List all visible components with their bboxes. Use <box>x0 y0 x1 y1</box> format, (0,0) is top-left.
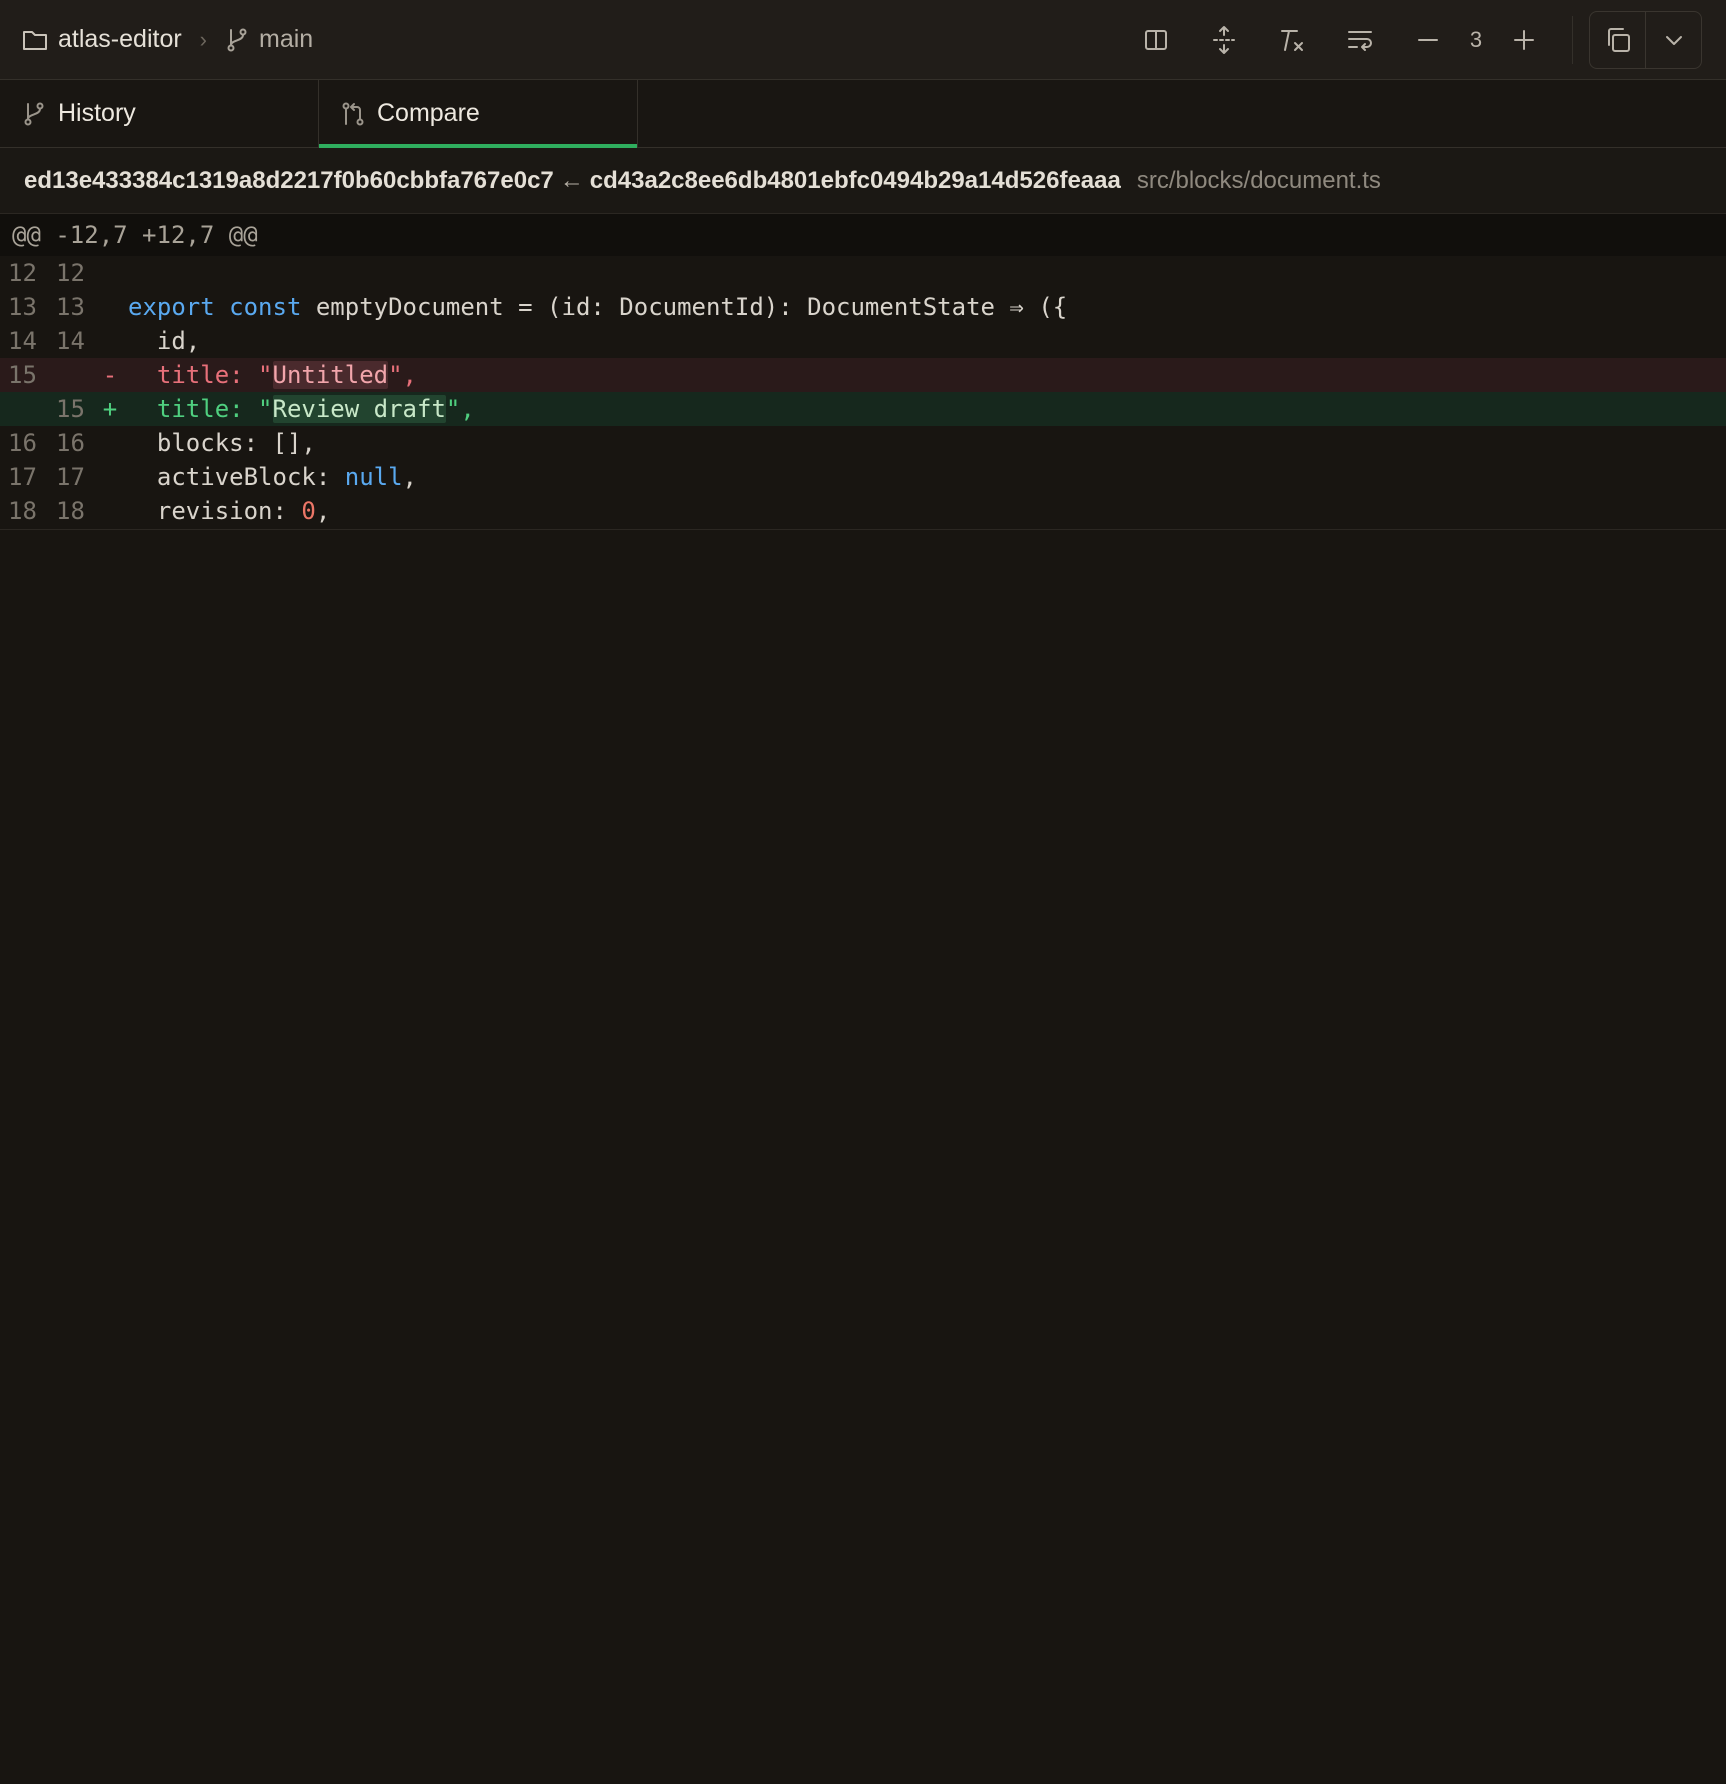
chevron-down-icon[interactable] <box>1645 11 1701 68</box>
code-token: title: " <box>128 361 273 389</box>
file-path[interactable]: src/blocks/document.ts <box>1137 167 1381 195</box>
code-token: ", <box>445 395 475 423</box>
code-token: emptyDocument = (id: DocumentId): Docume… <box>301 293 1068 321</box>
plus-icon[interactable] <box>1490 12 1558 68</box>
new-line-number: 18 <box>56 497 85 525</box>
line-text: export const emptyDocument = (id: Docume… <box>124 293 1067 321</box>
tab-bar: History Compare <box>0 80 1726 148</box>
old-line-number: 18 <box>8 497 37 525</box>
code-token: title: " <box>128 395 273 423</box>
tab-label: Compare <box>377 99 480 127</box>
diff-line: 12 12 <box>0 256 1726 290</box>
copy-icon[interactable] <box>1590 12 1645 68</box>
deleted-line: 15 - title: "Untitled", <box>0 358 1726 392</box>
code-token: , <box>315 497 331 525</box>
wrap-lines-icon[interactable] <box>1326 12 1394 68</box>
folder-icon <box>22 28 48 52</box>
context-lines-value: 3 <box>1469 26 1483 52</box>
breadcrumb-separator: › <box>199 26 207 52</box>
tab-history[interactable]: History <box>0 80 319 147</box>
keyword-token: const <box>229 293 302 321</box>
old-line-number: 13 <box>8 293 37 321</box>
old-line-number: 15 <box>8 361 37 389</box>
line-text: revision: 0, <box>124 497 330 525</box>
clear-format-icon[interactable] <box>1258 12 1326 68</box>
diff-line: 13 13 export const emptyDocument = (id: … <box>0 290 1726 324</box>
line-text: title: "Untitled", <box>124 361 417 389</box>
tab-label: History <box>58 99 136 127</box>
new-line-number: 14 <box>56 327 85 355</box>
branch-icon <box>225 27 249 53</box>
keyword-token: export <box>128 293 215 321</box>
split-view-icon[interactable] <box>1122 12 1190 68</box>
addition-marker: + <box>102 395 118 423</box>
diff-line: 14 14 id, <box>0 324 1726 358</box>
deletion-marker: - <box>102 361 118 389</box>
new-line-number: 17 <box>56 463 85 491</box>
hunk-header: @@ -12,7 +12,7 @@ <box>0 214 1726 256</box>
top-bar: atlas-editor › main 3 <box>0 0 1726 80</box>
old-line-number: 12 <box>8 259 37 287</box>
branch-icon <box>22 101 46 127</box>
head-commit-sha[interactable]: cd43a2c8ee6db4801ebfc0494b29a14d526feaaa <box>590 167 1121 195</box>
number-token: 0 <box>301 497 316 525</box>
diff-end-divider <box>0 528 1726 530</box>
diff-view: @@ -12,7 +12,7 @@ 12 12 13 13 export con… <box>0 214 1726 530</box>
diff-line: 18 18 revision: 0, <box>0 494 1726 528</box>
toolbar-divider <box>1572 15 1573 64</box>
toolbar: 3 <box>1122 10 1702 69</box>
expand-context-icon[interactable] <box>1190 12 1258 68</box>
branch-name[interactable]: main <box>259 25 313 54</box>
diff-header: ed13e433384c1319a8d2217f0b60cbbfa767e0c7… <box>0 148 1726 214</box>
changed-text-highlight: Untitled <box>272 361 389 389</box>
new-line-number: 12 <box>56 259 85 287</box>
line-text: activeBlock: null, <box>124 463 417 491</box>
code-token: activeBlock: <box>128 463 345 491</box>
code-token: revision: <box>128 497 302 525</box>
minus-icon[interactable] <box>1394 12 1462 68</box>
code-token: , <box>402 463 417 491</box>
line-text: blocks: [], <box>128 429 316 457</box>
new-line-number: 15 <box>56 395 85 423</box>
old-line-number: 16 <box>8 429 37 457</box>
compare-icon <box>341 101 365 127</box>
tab-compare[interactable]: Compare <box>319 80 638 148</box>
line-text: id, <box>128 327 201 355</box>
diff-line: 16 16 blocks: [], <box>0 426 1726 460</box>
line-text: title: "Review draft", <box>124 395 475 423</box>
diff-line: 17 17 activeBlock: null, <box>0 460 1726 494</box>
added-line: 15 + title: "Review draft", <box>0 392 1726 426</box>
repo-name[interactable]: atlas-editor <box>58 25 182 54</box>
new-line-number: 13 <box>56 293 85 321</box>
breadcrumb: atlas-editor › main <box>22 25 313 54</box>
compare-arrow: ← <box>559 166 584 194</box>
new-line-number: 16 <box>56 429 85 457</box>
copy-button-group <box>1589 10 1702 69</box>
base-commit-sha[interactable]: ed13e433384c1319a8d2217f0b60cbbfa767e0c7 <box>24 167 554 195</box>
code-token: ", <box>388 361 417 389</box>
old-line-number: 14 <box>8 327 37 355</box>
keyword-token: null <box>344 463 403 491</box>
changed-text-highlight: Review draft <box>272 395 446 423</box>
old-line-number: 17 <box>8 463 37 491</box>
